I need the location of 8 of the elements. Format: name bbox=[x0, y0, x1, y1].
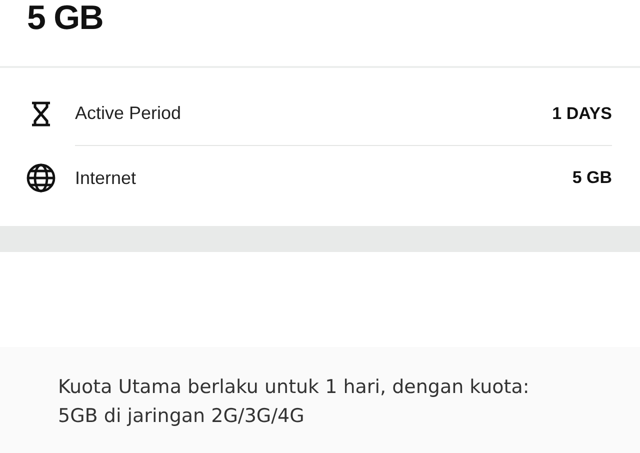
globe-icon bbox=[26, 163, 56, 193]
detail-value: 1 DAYS bbox=[552, 102, 612, 125]
hourglass-icon bbox=[29, 101, 53, 127]
detail-label: Internet bbox=[75, 166, 136, 190]
detail-value: 5 GB bbox=[572, 167, 612, 190]
detail-label: Active Period bbox=[75, 102, 182, 125]
package-title: 5 GB bbox=[27, 0, 103, 36]
description-text: Kuota Utama berlaku untuk 1 hari, dengan kuota: 5GB di jaringan 2G/3G/4G bbox=[58, 375, 530, 429]
